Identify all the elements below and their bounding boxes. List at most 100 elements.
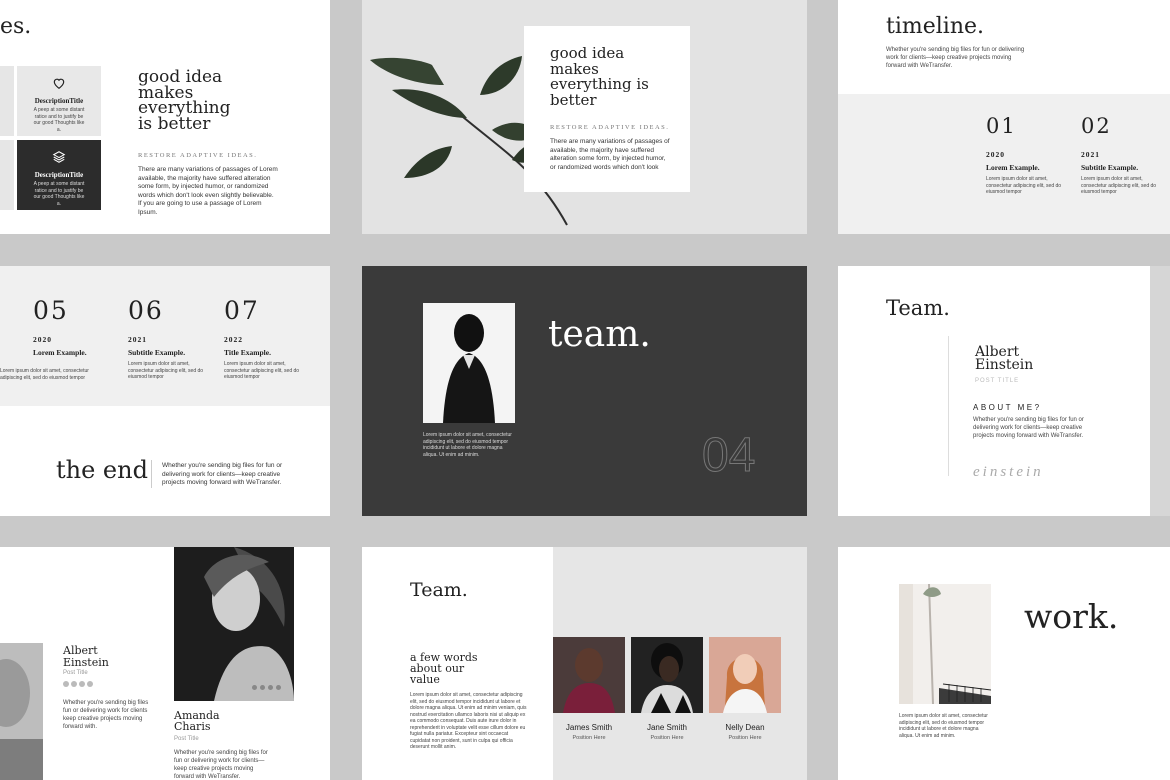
card-title: DescriptionTitle (34, 171, 84, 179)
timeline-item: 07 2022 Title Example. Lorem ipsum dolor… (224, 296, 304, 381)
slide-features[interactable]: es. DescriptionTitle A peep at some dist… (0, 0, 330, 234)
slide-title: Team. (886, 296, 950, 320)
team-caption: Lorem ipsum dolor sit amet, consectetur … (423, 432, 512, 458)
description-card-dark: DescriptionTitle A peep at some distant … (17, 140, 101, 210)
timeline-panel: 01 2020 Lorem Example. Lorem ipsum dolor… (838, 94, 1170, 234)
slide-intro: Whether you're sending big files for fun… (886, 47, 1025, 69)
timeline-text: Lorem ipsum dolor sit amet, consectetur … (986, 176, 1062, 195)
slide-team-profile[interactable]: Team. Albert Einstein POST TITLE ABOUT M… (838, 266, 1150, 516)
signature: einstein (973, 464, 1044, 480)
profile-name: Albert Einstein (63, 644, 109, 669)
photo-man-partial (0, 643, 43, 780)
member-photo-nelly (709, 637, 781, 713)
timeline-text: Lorem ipsum dolor sit amet, consectetur … (224, 361, 300, 380)
timeline-label: Lorem Example. (986, 163, 1040, 172)
instagram-icon[interactable] (268, 685, 273, 690)
member-name: Jane Smith (646, 723, 688, 732)
description-card-light: DescriptionTitle A peep at some distant … (17, 66, 101, 136)
linkedin-icon[interactable] (87, 681, 93, 687)
card-text: A peep at some distant ratice and to jus… (33, 107, 85, 133)
member-name: Nelly Dean (725, 723, 765, 732)
slide-title: team. (548, 314, 651, 355)
profile-name: Amanda Charis (174, 709, 220, 733)
timeline-number: 02 (1081, 114, 1112, 138)
slide-title: work. (1024, 597, 1119, 636)
slide-timeline-end[interactable]: 05 2020 Lorem Example. Lorem ipsum dolor… (0, 266, 330, 516)
timeline-number: 06 (128, 296, 164, 325)
timeline-number: 07 (224, 296, 260, 325)
timeline-number: 01 (986, 114, 1017, 138)
profile-post: Post Title (174, 736, 199, 742)
slide-team-dark[interactable]: Lorem ipsum dolor sit amet, consectetur … (362, 266, 807, 516)
timeline-item: 01 2020 Lorem Example. Lorem ipsum dolor… (986, 114, 1072, 196)
end-text: Whether you're sending big files for fun… (162, 462, 283, 486)
about-text: Whether you're sending big files for fun… (973, 417, 1084, 439)
social-icons-overlay (252, 685, 281, 690)
member-position: Position Here (650, 735, 684, 741)
slide-team-values[interactable]: Team. a few words about our value Lorem … (362, 547, 807, 780)
about-heading: ABOUT ME? (973, 403, 1042, 412)
values-body: Lorem ipsum dolor sit amet, consectetur … (410, 692, 527, 750)
photo-woman-bw (174, 547, 294, 701)
profile-post: Post Title (63, 670, 88, 676)
social-icons (63, 681, 93, 687)
idea-card: good idea makes everything is better RES… (524, 26, 690, 192)
facebook-icon[interactable] (252, 685, 257, 690)
twitter-icon[interactable] (260, 685, 265, 690)
timeline-year: 2022 (224, 335, 243, 344)
twitter-icon[interactable] (71, 681, 77, 687)
layers-icon (17, 150, 101, 169)
member-photo-jane (631, 637, 703, 713)
timeline-label: Subtitle Example. (128, 348, 186, 357)
profile-text: Whether you're sending big files fun or … (63, 700, 149, 730)
profile-text: Whether you're sending big files for fun… (174, 750, 268, 780)
slide-title-fragment: es. (0, 14, 32, 39)
values-heading: a few words about our value (410, 651, 478, 686)
linkedin-icon[interactable] (276, 685, 281, 690)
slide-title: timeline. (886, 14, 985, 39)
work-photo (899, 584, 991, 704)
slide-body: There are many variations of passages of… (550, 138, 670, 171)
slide-heading: good idea makes everything is better (550, 44, 649, 109)
member-name: James Smith (565, 723, 613, 732)
team-photo-woman (423, 303, 515, 423)
timeline-year: 2021 (128, 335, 147, 344)
timeline-year: 2020 (33, 335, 52, 344)
heart-outline-icon (17, 76, 101, 95)
slide-team-duo[interactable]: Albert Einstein Post Title Whether you'r… (0, 547, 330, 780)
member-position: Position Here (572, 735, 606, 741)
timeline-text: Lorem ipsum dolor sit amet, consectetur … (128, 361, 204, 380)
end-divider (151, 460, 152, 488)
slide-idea-plant[interactable]: good idea makes everything is better RES… (362, 0, 807, 234)
facebook-icon[interactable] (63, 681, 69, 687)
member-photo-james (553, 637, 625, 713)
slide-number: 04 (701, 429, 756, 483)
timeline-item: 05 2020 Lorem Example. (33, 296, 113, 357)
profile-name: Albert Einstein (975, 344, 1034, 373)
timeline-year: 2020 (986, 150, 1005, 159)
work-caption: Lorem ipsum dolor sit amet, consectetur … (899, 713, 988, 739)
slide-edge-photo (1150, 266, 1170, 516)
timeline-item: 02 2021 Subtitle Example. Lorem ipsum do… (1081, 114, 1167, 196)
slide-work[interactable]: Lorem ipsum dolor sit amet, consectetur … (838, 547, 1170, 780)
card-placeholder-bottom (0, 140, 14, 210)
timeline-item: 06 2021 Subtitle Example. Lorem ipsum do… (128, 296, 208, 381)
card-text: A peep at some distant ratice and to jus… (33, 181, 85, 207)
timeline-label: Lorem Example. (33, 348, 87, 357)
profile-divider (948, 336, 949, 476)
profile-post: POST TITLE (975, 378, 1020, 384)
slide-title: Team. (410, 579, 468, 601)
card-placeholder-top (0, 66, 14, 136)
member-position: Position Here (728, 735, 762, 741)
slide-timeline[interactable]: timeline. Whether you're sending big fil… (838, 0, 1170, 234)
timeline-text: Lorem ipsum dolor sit amet, consectetur … (0, 368, 89, 381)
slide-subheading: RESTORE ADAPTIVE IDEAS. (138, 152, 258, 159)
timeline-number: 05 (33, 296, 69, 325)
instagram-icon[interactable] (79, 681, 85, 687)
timeline-label: Subtitle Example. (1081, 163, 1139, 172)
timeline-text: Lorem ipsum dolor sit amet, consectetur … (1081, 176, 1157, 195)
end-title: the end (56, 456, 148, 484)
timeline-label: Title Example. (224, 348, 271, 357)
timeline-year: 2021 (1081, 150, 1100, 159)
slide-heading: good idea makes everything is better (138, 67, 231, 134)
